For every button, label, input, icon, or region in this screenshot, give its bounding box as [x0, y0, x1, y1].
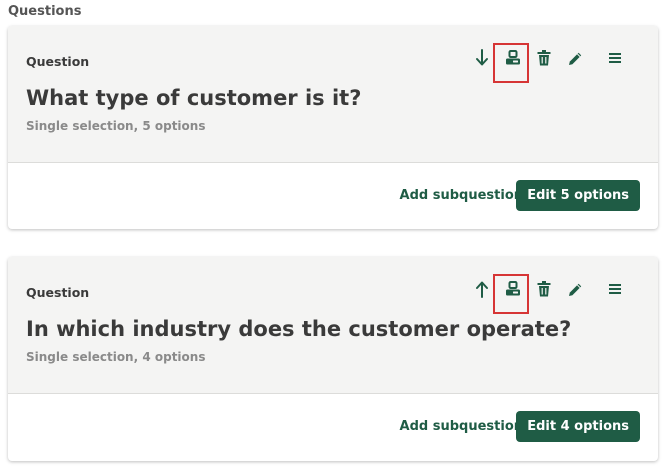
duplicate-icon[interactable]: [503, 279, 523, 299]
arrow-down-icon[interactable]: [472, 48, 492, 68]
menu-icon[interactable]: [605, 48, 625, 68]
add-subquestion-link[interactable]: Add subquestion: [400, 188, 523, 203]
edit-options-button[interactable]: Edit 5 options: [516, 180, 640, 211]
trash-icon[interactable]: [534, 48, 554, 68]
question-card: Question In which industry does the cust…: [8, 257, 658, 461]
question-title: In which industry does the customer oper…: [26, 317, 572, 341]
question-card-header: Question In which industry does the cust…: [8, 257, 658, 394]
question-label: Question: [26, 54, 90, 69]
edit-options-button[interactable]: Edit 4 options: [516, 411, 640, 442]
arrow-up-icon[interactable]: [472, 279, 492, 299]
pencil-icon[interactable]: [565, 279, 585, 299]
question-title: What type of customer is it?: [26, 86, 362, 110]
pencil-icon[interactable]: [565, 48, 585, 68]
duplicate-icon[interactable]: [503, 48, 523, 68]
question-label: Question: [26, 285, 90, 300]
question-subtitle: Single selection, 4 options: [26, 350, 206, 364]
menu-icon[interactable]: [605, 279, 625, 299]
add-subquestion-link[interactable]: Add subquestion: [400, 419, 523, 434]
question-subtitle: Single selection, 5 options: [26, 119, 206, 133]
trash-icon[interactable]: [534, 279, 554, 299]
section-title: Questions: [8, 4, 82, 19]
question-card-header: Question What type of customer is it? Si…: [8, 26, 658, 163]
question-card: Question What type of customer is it? Si…: [8, 26, 658, 229]
